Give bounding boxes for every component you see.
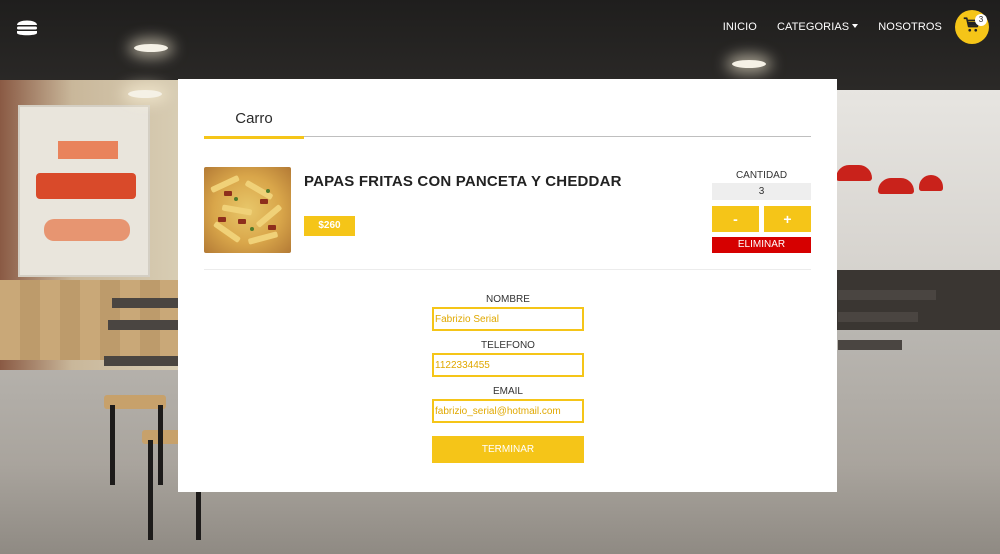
cart-button[interactable]: 3 (955, 10, 989, 44)
nav-inicio[interactable]: INICIO (723, 21, 757, 33)
name-label: NOMBRE (486, 294, 530, 305)
name-field[interactable] (432, 307, 584, 331)
increase-quantity-button[interactable]: + (764, 206, 811, 232)
cart-tabs: Carro (204, 79, 811, 139)
quantity-label: CANTIDAD (735, 170, 788, 181)
item-divider (204, 269, 811, 270)
email-field[interactable] (432, 399, 584, 423)
checkout-form: NOMBRE TELEFONO EMAIL TERMINAR (432, 293, 584, 463)
product-price: $260 (304, 216, 355, 236)
cart-item: PAPAS FRITAS CON PANCETA Y CHEDDAR $260 … (204, 167, 811, 267)
quantity-value: 3 (712, 183, 811, 200)
burger-icon[interactable] (15, 15, 39, 39)
phone-field[interactable] (432, 353, 584, 377)
tab-carro[interactable]: Carro (204, 110, 304, 139)
product-image (204, 167, 291, 253)
finish-order-button[interactable]: TERMINAR (432, 436, 584, 463)
nav-categorias-dropdown[interactable]: CATEGORIAS (777, 21, 858, 33)
cart-panel: Carro PAPAS FRITAS CON PANCETA Y CHEDDAR… (178, 79, 837, 492)
decrease-quantity-button[interactable]: - (712, 206, 759, 232)
phone-label: TELEFONO (481, 340, 535, 351)
nav-nosotros[interactable]: NOSOTROS (878, 21, 942, 33)
delete-item-button[interactable]: ELIMINAR (712, 237, 811, 253)
product-name: PAPAS FRITAS CON PANCETA Y CHEDDAR (304, 173, 622, 190)
email-label: EMAIL (492, 386, 523, 397)
wall-poster (18, 105, 150, 277)
cart-count-badge: 3 (975, 14, 987, 26)
